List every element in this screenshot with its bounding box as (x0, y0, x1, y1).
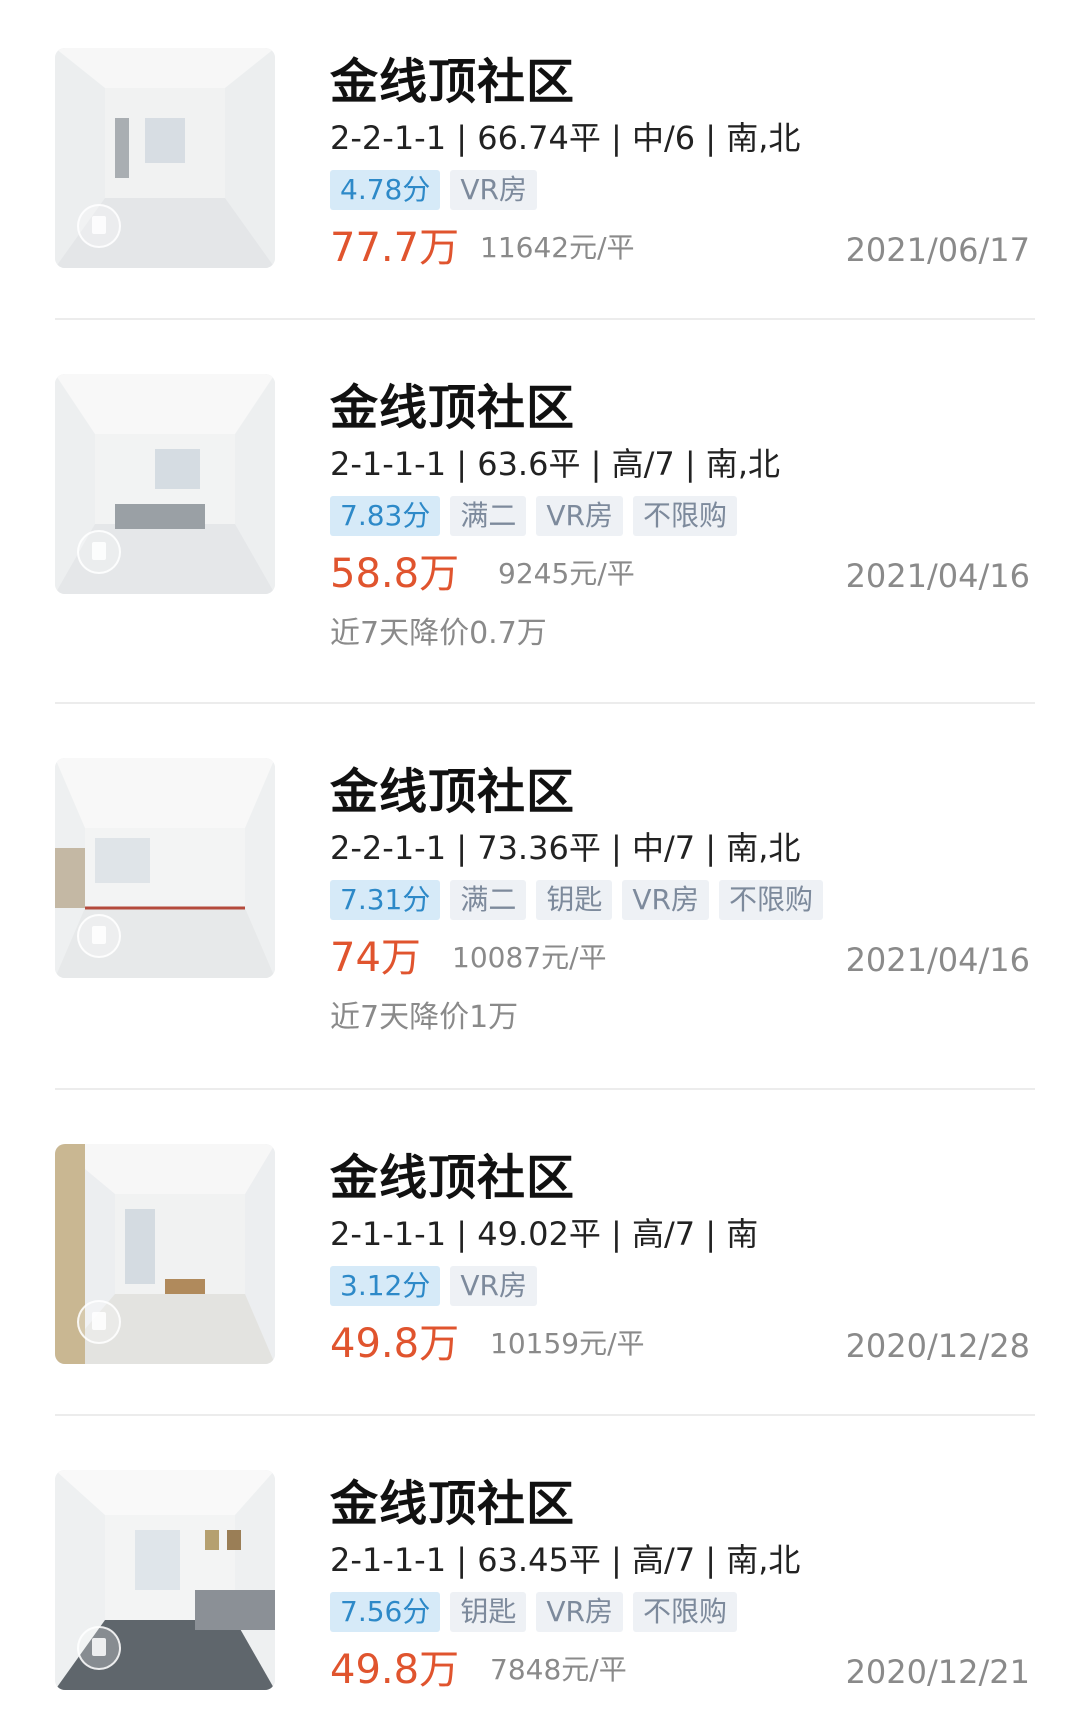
listing-title[interactable]: 金线顶社区 (330, 380, 575, 436)
divider (55, 1414, 1035, 1416)
listing-title[interactable]: 金线顶社区 (330, 54, 575, 110)
unit-price: 7848元/平 (490, 1653, 627, 1686)
unit-price: 9245元/平 (498, 557, 635, 590)
score-tag: 7.56分 (330, 1592, 441, 1632)
listing-photo[interactable] (55, 1144, 275, 1364)
price-row: 58.8万 9245元/平 2021/04/16 (330, 550, 1030, 598)
listing-title[interactable]: 金线顶社区 (330, 764, 575, 820)
divider (55, 318, 1035, 320)
score-tag: 3.12分 (330, 1266, 441, 1306)
listing-tags: 4.78分 VR房 (330, 170, 537, 210)
vr-icon (77, 530, 121, 574)
listing-card[interactable]: 金线顶社区 2-1-1-1 | 63.45平 | 高/7 | 南,北 7.56分… (0, 1470, 1080, 1693)
tag-vr: VR房 (450, 170, 537, 210)
tag-vr: VR房 (622, 880, 710, 920)
tag-no-limit: 不限购 (633, 1592, 738, 1632)
listing-title[interactable]: 金线顶社区 (330, 1150, 575, 1206)
tag-key: 钥匙 (536, 880, 613, 920)
price-row: 77.7万 11642元/平 2021/06/17 (330, 224, 1030, 272)
listing-date: 2020/12/21 (845, 1653, 1030, 1691)
total-price: 74万 (330, 935, 421, 981)
price-drop-note: 近7天降价1万 (330, 1000, 519, 1035)
divider (55, 702, 1035, 704)
tag-vr: VR房 (536, 496, 623, 536)
tag-no-limit: 不限购 (719, 880, 824, 920)
vr-icon (77, 1300, 121, 1344)
tag-no-limit: 不限购 (633, 496, 738, 536)
listing-tags: 7.31分 满二 钥匙 VR房 不限购 (330, 880, 824, 920)
price-row: 49.8万 10159元/平 2020/12/28 (330, 1320, 1030, 1368)
total-price: 58.8万 (330, 551, 460, 597)
tag-key: 钥匙 (450, 1592, 527, 1632)
listing-date: 2021/04/16 (845, 557, 1030, 595)
vr-icon (77, 204, 121, 248)
price-row: 49.8万 7848元/平 2020/12/21 (330, 1646, 1030, 1694)
tag-man-er: 满二 (450, 496, 527, 536)
listing-card[interactable]: 金线顶社区 2-1-1-1 | 63.6平 | 高/7 | 南,北 7.83分 … (0, 374, 1080, 664)
score-tag: 7.83分 (330, 496, 441, 536)
unit-price: 10159元/平 (490, 1327, 645, 1360)
divider (55, 1088, 1035, 1090)
unit-price: 10087元/平 (452, 941, 607, 974)
price-drop-note: 近7天降价0.7万 (330, 616, 547, 651)
listing-date: 2021/04/16 (845, 941, 1030, 979)
vr-icon (77, 1626, 121, 1670)
listing-date: 2021/06/17 (845, 231, 1030, 269)
vr-icon (77, 914, 121, 958)
listing-meta: 2-2-1-1 | 66.74平 | 中/6 | 南,北 (330, 119, 801, 157)
listing-tags: 7.83分 满二 VR房 不限购 (330, 496, 738, 536)
total-price: 49.8万 (330, 1647, 460, 1693)
total-price: 77.7万 (330, 225, 460, 271)
listing-meta: 2-1-1-1 | 49.02平 | 高/7 | 南 (330, 1215, 759, 1253)
unit-price: 11642元/平 (480, 231, 635, 264)
listing-meta: 2-1-1-1 | 63.6平 | 高/7 | 南,北 (330, 445, 781, 483)
listing-photo[interactable] (55, 374, 275, 594)
listing-card[interactable]: 金线顶社区 2-1-1-1 | 49.02平 | 高/7 | 南 3.12分 V… (0, 1144, 1080, 1367)
listing-tags: 7.56分 钥匙 VR房 不限购 (330, 1592, 738, 1632)
listing-tags: 3.12分 VR房 (330, 1266, 537, 1306)
total-price: 49.8万 (330, 1321, 460, 1367)
listing-card[interactable]: 金线顶社区 2-2-1-1 | 73.36平 | 中/7 | 南,北 7.31分… (0, 758, 1080, 1048)
tag-vr: VR房 (450, 1266, 537, 1306)
listing-photo[interactable] (55, 758, 275, 978)
tag-vr: VR房 (536, 1592, 623, 1632)
score-tag: 7.31分 (330, 880, 441, 920)
listing-card[interactable]: 金线顶社区 2-2-1-1 | 66.74平 | 中/6 | 南,北 4.78分… (0, 48, 1080, 271)
score-tag: 4.78分 (330, 170, 441, 210)
listing-title[interactable]: 金线顶社区 (330, 1476, 575, 1532)
listing-meta: 2-2-1-1 | 73.36平 | 中/7 | 南,北 (330, 829, 801, 867)
listing-meta: 2-1-1-1 | 63.45平 | 高/7 | 南,北 (330, 1541, 801, 1579)
price-row: 74万 10087元/平 2021/04/16 (330, 934, 1030, 982)
listing-photo[interactable] (55, 48, 275, 268)
tag-man-er: 满二 (450, 880, 527, 920)
listing-photo[interactable] (55, 1470, 275, 1690)
listing-date: 2020/12/28 (845, 1327, 1030, 1365)
listing-list: 金线顶社区 2-2-1-1 | 66.74平 | 中/6 | 南,北 4.78分… (0, 0, 1080, 1734)
